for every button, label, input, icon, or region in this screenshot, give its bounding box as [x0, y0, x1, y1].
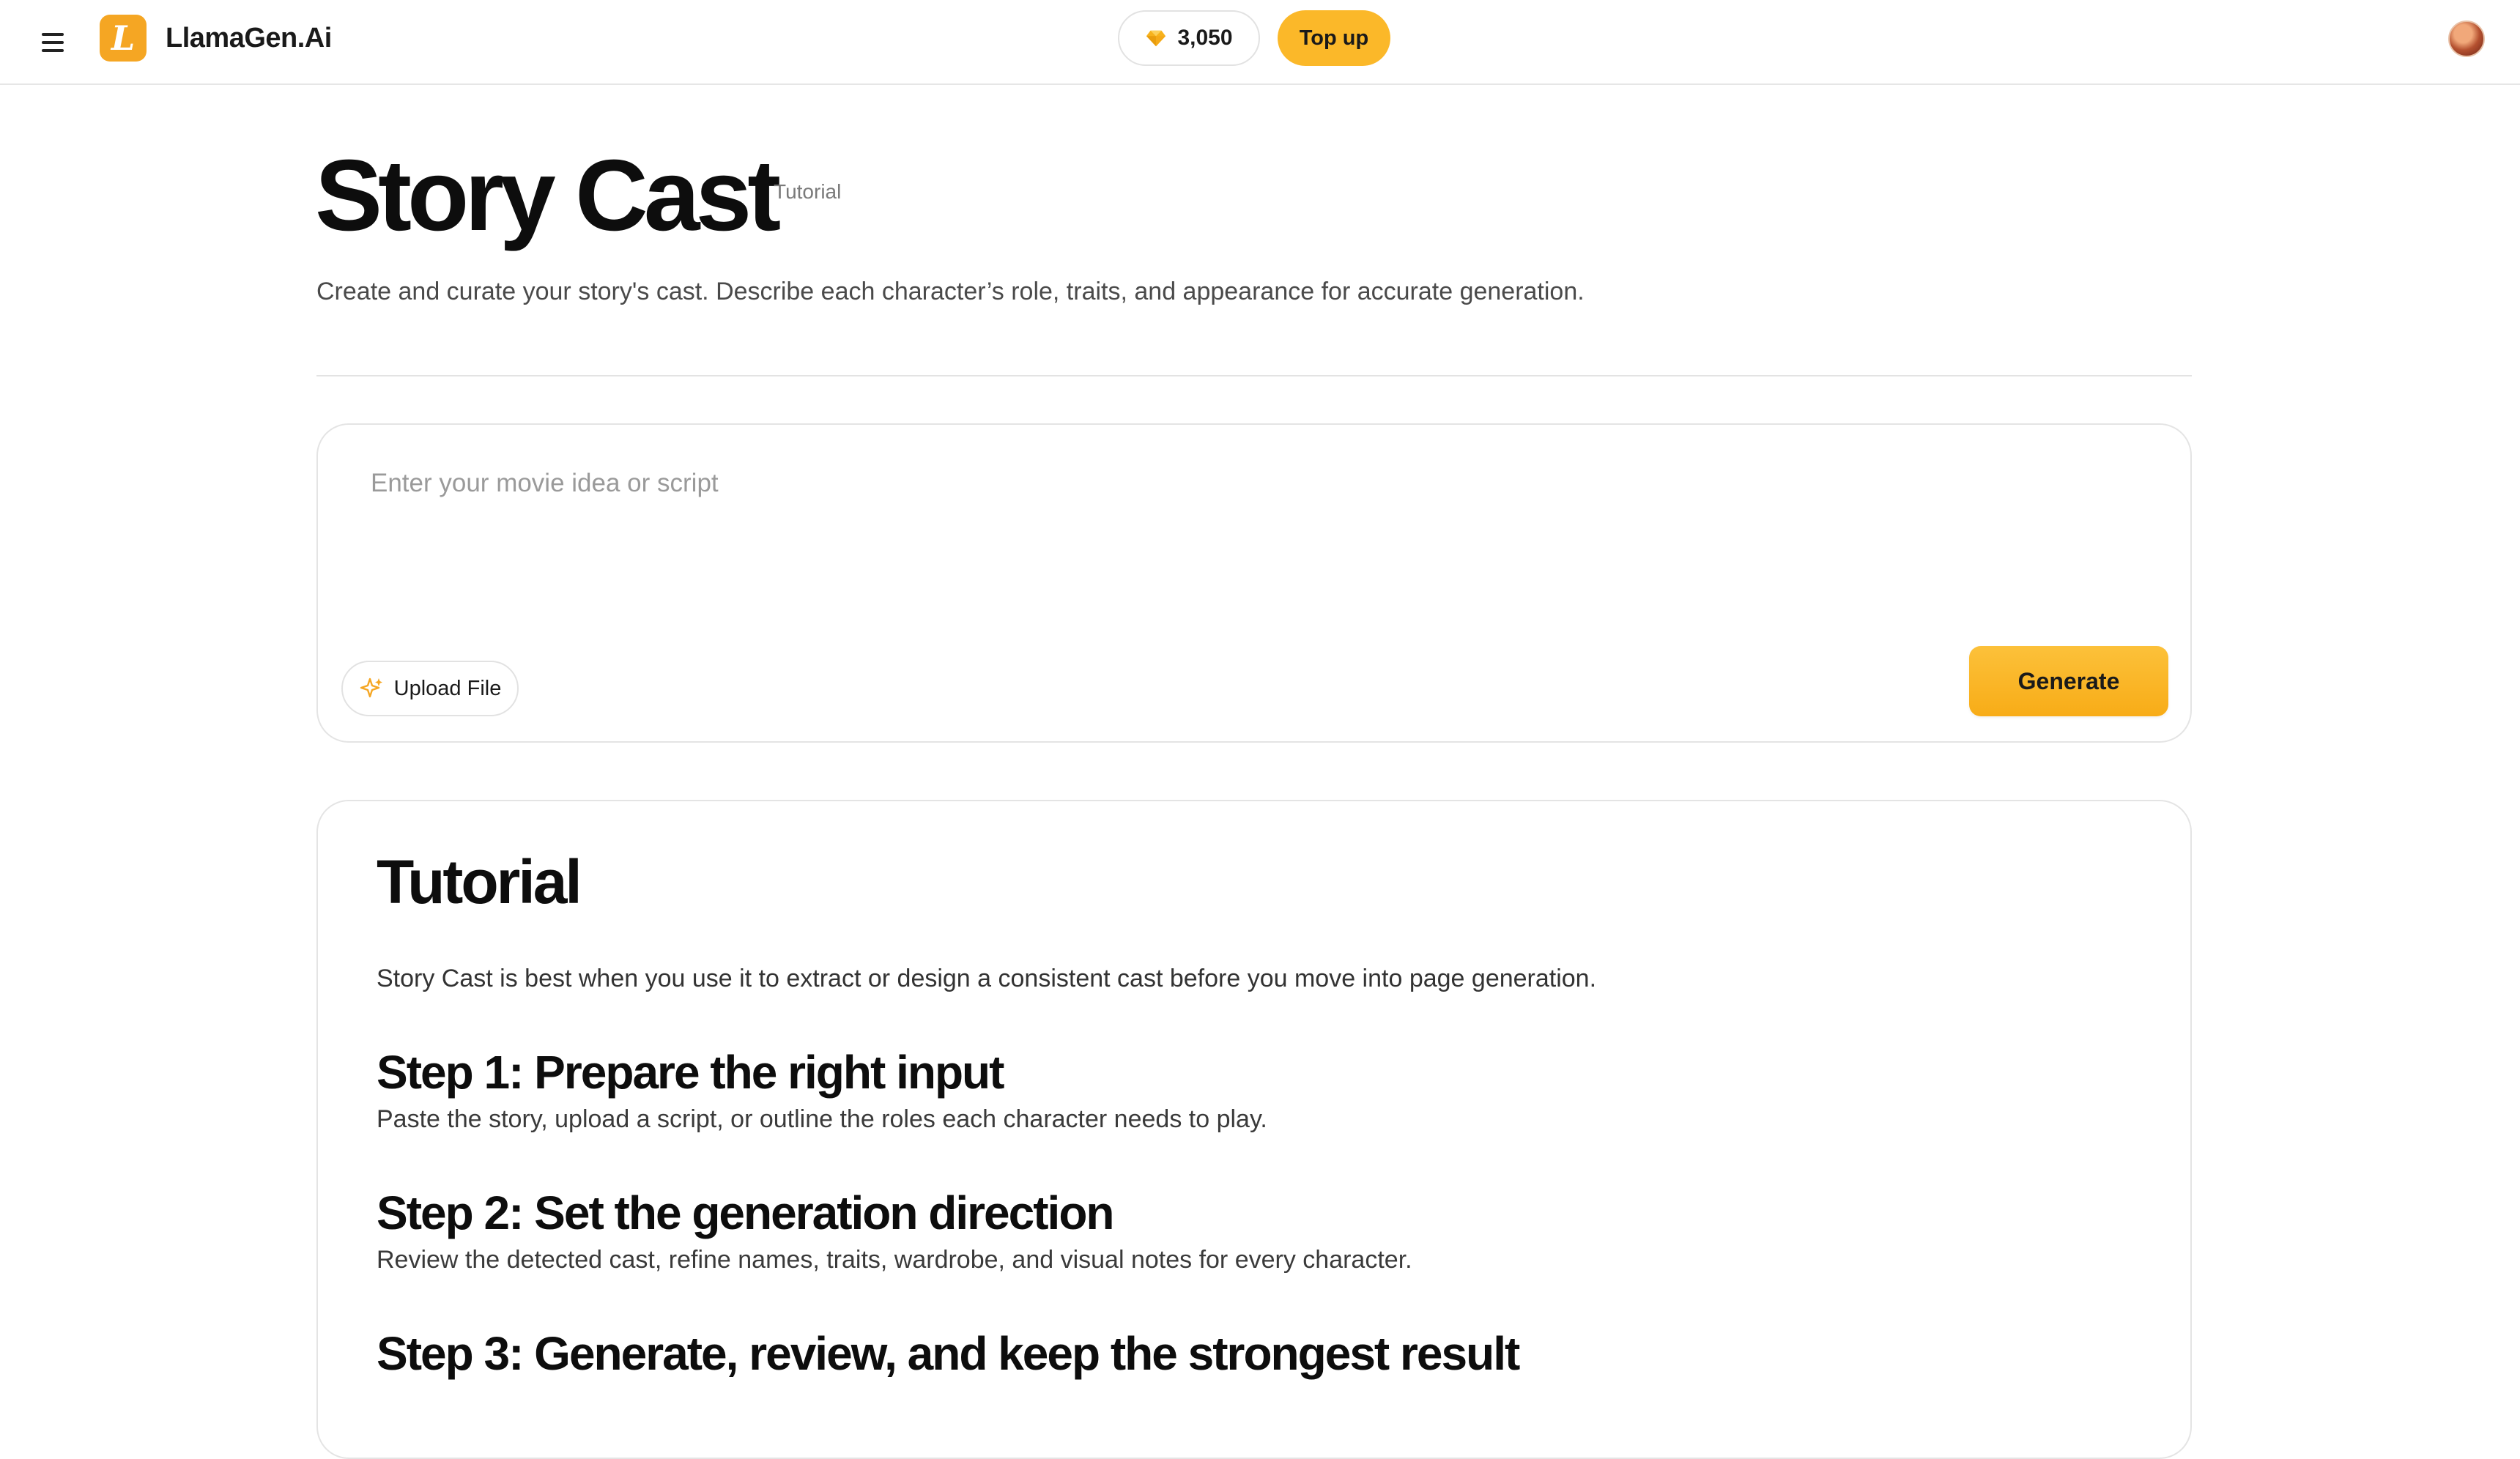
story-input-card: Upload File Generate [316, 423, 2192, 743]
diamond-gem-icon [1146, 30, 1166, 47]
hamburger-menu-icon[interactable] [37, 26, 69, 59]
llamagen-logo-icon[interactable]: L [100, 15, 147, 62]
tutorial-title: Tutorial [377, 847, 582, 916]
page-title: Story Cast [315, 139, 781, 252]
sparkle-icon [360, 677, 382, 698]
header-divider [316, 375, 2192, 376]
step-1-description: Paste the story, upload a script, or out… [377, 1105, 1267, 1133]
tutorial-link[interactable]: Tutorial [774, 180, 841, 204]
top-navigation-bar: L LlamaGen.Ai 3,050 Top up [0, 0, 2520, 85]
upload-file-button[interactable]: Upload File [341, 661, 519, 716]
brand-name[interactable]: LlamaGen.Ai [166, 21, 332, 56]
credits-balance[interactable]: 3,050 [1118, 10, 1260, 66]
credits-count: 3,050 [1177, 26, 1233, 50]
tutorial-intro: Story Cast is best when you use it to ex… [377, 965, 1597, 992]
user-avatar[interactable] [2448, 21, 2485, 57]
step-1-heading: Step 1: Prepare the right input [377, 1046, 1004, 1099]
step-2-description: Review the detected cast, refine names, … [377, 1246, 1412, 1274]
step-2-heading: Step 2: Set the generation direction [377, 1187, 1114, 1239]
step-3-heading: Step 3: Generate, review, and keep the s… [377, 1327, 1520, 1380]
generate-button[interactable]: Generate [1969, 646, 2168, 716]
page-subtitle: Create and curate your story's cast. Des… [316, 278, 1585, 305]
upload-file-label: Upload File [393, 676, 502, 700]
logo-glyph: L [111, 18, 136, 58]
top-up-button[interactable]: Top up [1278, 10, 1390, 66]
tutorial-card: Tutorial Story Cast is best when you use… [316, 800, 2192, 1459]
movie-idea-input[interactable] [371, 464, 2129, 611]
